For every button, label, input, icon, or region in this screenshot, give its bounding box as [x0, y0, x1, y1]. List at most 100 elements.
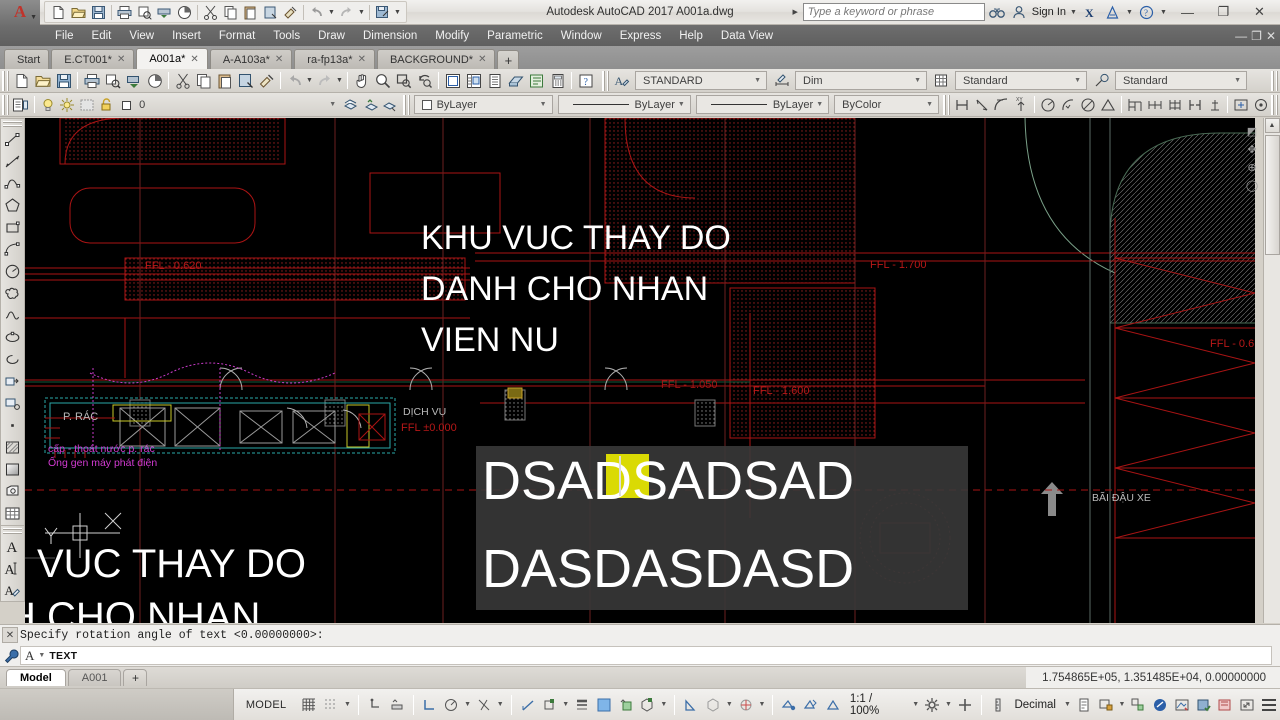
exchange-x-icon[interactable]: X [1081, 3, 1100, 22]
menu-item-insert[interactable]: Insert [163, 28, 210, 44]
close-button[interactable]: ✕ [1243, 0, 1276, 24]
autodesk-app-icon[interactable] [1103, 3, 1122, 22]
chevron-down-icon[interactable]: ▼ [813, 101, 826, 108]
menu-item-help[interactable]: Help [670, 28, 712, 44]
customization-icon[interactable] [1258, 693, 1280, 717]
close-icon[interactable]: ✕ [190, 54, 198, 65]
chevron-down-icon[interactable]: ▼ [675, 101, 688, 108]
zoom-realtime-icon[interactable] [372, 70, 393, 91]
center-mark-icon[interactable] [1231, 94, 1251, 115]
annotation-scale-icon[interactable] [822, 693, 844, 717]
command-input[interactable]: A ▼ TEXT [20, 646, 1272, 665]
lineweight-icon[interactable] [571, 693, 593, 717]
workspace-dropdown-icon[interactable]: ▼ [943, 701, 954, 708]
undo-icon[interactable] [284, 70, 305, 91]
chevron-down-icon[interactable]: ▼ [326, 101, 339, 108]
point-icon[interactable] [2, 414, 24, 436]
annotation-scale-value[interactable]: 1:1 / 100% [844, 693, 910, 717]
user-icon[interactable] [1010, 3, 1029, 22]
single-line-text-icon[interactable]: A [2, 535, 24, 557]
hatch-icon[interactable] [2, 436, 24, 458]
edit-text-line-2[interactable]: DASDASDASD [482, 538, 854, 600]
publish-icon[interactable] [155, 3, 174, 22]
redo-dropdown-icon[interactable]: ▼ [335, 77, 344, 84]
workspace-icon[interactable] [921, 693, 943, 717]
menu-item-format[interactable]: Format [210, 28, 264, 44]
chevron-down-icon[interactable]: ▼ [751, 77, 764, 84]
table-icon[interactable] [2, 502, 24, 524]
match-properties-icon[interactable] [281, 3, 300, 22]
toolbar-grip[interactable] [1271, 70, 1278, 91]
polyline-icon[interactable] [2, 172, 24, 194]
plot-style-icon[interactable] [144, 70, 165, 91]
line-icon[interactable] [2, 128, 24, 150]
layer-combo[interactable]: 0 ▼ [137, 95, 341, 114]
chevron-down-icon[interactable]: ▼ [1231, 77, 1244, 84]
menu-item-view[interactable]: View [120, 28, 163, 44]
edit-text-line-1[interactable]: DSADSADSAD [482, 450, 854, 512]
file-tab-ra-fp13a[interactable]: ra-fp13a* ✕ [294, 49, 375, 69]
zoom-previous-icon[interactable] [414, 70, 435, 91]
chevron-down-icon[interactable]: ▼ [911, 77, 924, 84]
new-layout-button[interactable]: + [123, 669, 148, 686]
menu-item-express[interactable]: Express [611, 28, 671, 44]
transparency-icon[interactable] [593, 693, 615, 717]
dynamic-input-icon[interactable] [386, 693, 408, 717]
edit-text-icon[interactable]: A [2, 557, 24, 579]
menu-item-data-view[interactable]: Data View [712, 28, 782, 44]
table-style-icon[interactable] [931, 70, 952, 91]
units-dropdown-icon[interactable]: ▼ [1062, 701, 1073, 708]
radius-dimension-icon[interactable] [1038, 94, 1058, 115]
snap-dropdown-icon[interactable]: ▼ [342, 701, 353, 708]
cut-icon[interactable] [172, 70, 193, 91]
clean-screen-icon[interactable] [1236, 693, 1258, 717]
document-close-button[interactable]: ✕ [1266, 29, 1276, 43]
dimension-break-icon[interactable] [1185, 94, 1205, 115]
layout-tab-a001[interactable]: A001 [67, 669, 122, 686]
toolbar-grip[interactable] [2, 94, 9, 115]
polar-tracking-icon[interactable] [440, 693, 462, 717]
tolerance-icon[interactable] [1205, 94, 1225, 115]
units-value[interactable]: Decimal [1008, 699, 1062, 711]
sign-in-dropdown-icon[interactable]: ▼ [1069, 9, 1078, 16]
aligned-dimension-icon[interactable] [972, 94, 992, 115]
drawing-canvas[interactable]: KHU VUC THAY DO DANH CHO NHAN VIEN NU FF… [25, 118, 1255, 623]
make-object-layer-current-icon[interactable] [341, 94, 361, 115]
file-tab-a001a[interactable]: A001a* ✕ [136, 48, 208, 69]
isolate-objects-status-icon[interactable] [1215, 693, 1237, 717]
exchange-dropdown-icon[interactable]: ▼ [1125, 9, 1134, 16]
search-input[interactable]: Type a keyword or phrase [802, 3, 985, 21]
graphics-performance-icon[interactable] [1149, 693, 1171, 717]
table-style-combo[interactable]: Standard ▼ [955, 71, 1087, 90]
plotstyle-combo[interactable]: ByColor ▼ [834, 95, 939, 114]
chevron-down-icon[interactable]: ▼ [38, 652, 45, 659]
object-snap-icon[interactable] [538, 693, 560, 717]
tool-palettes-icon[interactable] [484, 70, 505, 91]
toolbar-grip[interactable] [3, 121, 22, 127]
minimize-button[interactable]: — [1171, 0, 1204, 24]
annotation-monitor-status-icon[interactable] [1171, 693, 1193, 717]
plot-preview-icon[interactable] [135, 3, 154, 22]
open-icon[interactable] [32, 70, 53, 91]
menu-item-dimension[interactable]: Dimension [354, 28, 426, 44]
arc-icon[interactable] [2, 238, 24, 260]
new-icon[interactable] [49, 3, 68, 22]
inspect-dimension-icon[interactable] [1251, 94, 1271, 115]
document-restore-button[interactable]: ❐ [1251, 29, 1262, 43]
plot-style-icon[interactable] [175, 3, 194, 22]
text-style-icon[interactable]: A [611, 70, 632, 91]
isometric-dropdown-icon[interactable]: ▼ [495, 701, 506, 708]
saveas-icon[interactable] [373, 3, 392, 22]
continue-dimension-icon[interactable] [1145, 94, 1165, 115]
baseline-dimension-icon[interactable] [1125, 94, 1145, 115]
lock-ui-icon[interactable] [1095, 693, 1117, 717]
text-style-icon[interactable]: A [2, 579, 24, 601]
gizmo-dropdown-icon[interactable]: ▼ [757, 701, 768, 708]
arc-length-dimension-icon[interactable] [992, 94, 1012, 115]
dimension-style-icon[interactable] [771, 70, 792, 91]
snap-mode-icon[interactable] [320, 693, 342, 717]
chevron-down-icon[interactable]: ▼ [30, 13, 37, 21]
rectangle-icon[interactable] [2, 216, 24, 238]
paste-special-icon[interactable] [235, 70, 256, 91]
scroll-thumb[interactable] [1264, 135, 1280, 255]
